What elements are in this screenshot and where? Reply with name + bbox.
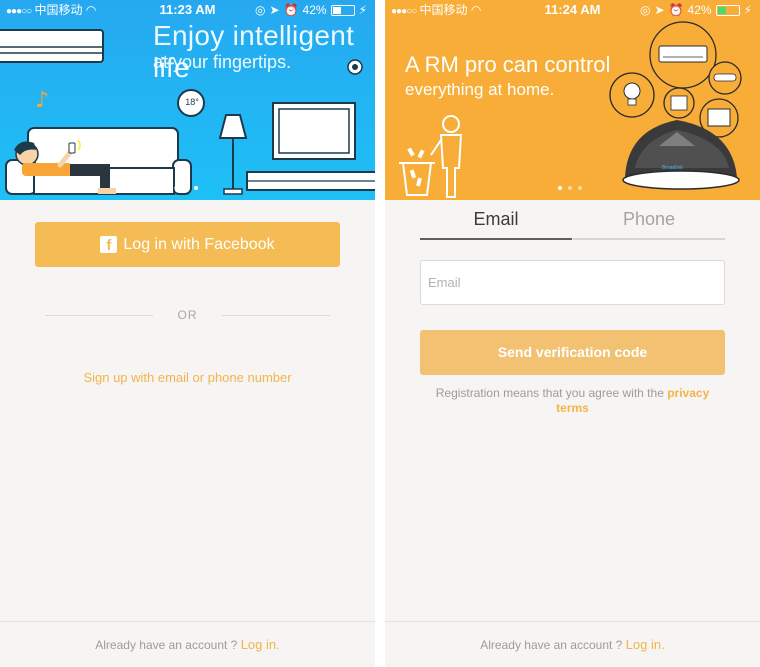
hero-subtagline: at your fingertips. <box>153 52 292 72</box>
signup-email-phone-link[interactable]: Sign up with email or phone number <box>0 370 375 385</box>
trash-can-icon <box>399 147 435 196</box>
page-indicator[interactable] <box>174 186 198 190</box>
hero-banner: ♪ ♪ <box>0 0 375 200</box>
person-icon <box>430 115 463 198</box>
charging-icon: ⚡ <box>358 3 367 17</box>
terms-text: Registration means that you agree with t… <box>435 386 664 400</box>
alarm-icon: ⏰ <box>668 3 684 17</box>
email-field[interactable] <box>420 260 725 305</box>
lamp-icon <box>218 114 248 195</box>
send-verification-button[interactable]: Send verification code <box>420 330 725 375</box>
divider-line <box>222 315 330 316</box>
device-brand: Broadlink <box>662 165 683 171</box>
battery-icon <box>715 4 740 16</box>
facebook-login-button[interactable]: f Log in with Facebook <box>35 222 340 267</box>
footer: Already have an account ? Log in. <box>0 621 375 667</box>
tab-email[interactable]: Email <box>420 200 572 240</box>
location-icon: ➤ <box>654 3 665 17</box>
location-icon: ➤ <box>269 3 280 17</box>
facebook-icon: f <box>100 236 118 253</box>
hero-subtagline: everything at home. <box>405 80 555 99</box>
login-link[interactable]: Log in. <box>241 637 280 652</box>
status-bar: ●●●○○ 中国移动 ◠ 11:24 AM ◎ ➤ ⏰ 42% ⚡ <box>385 0 760 20</box>
tv-icon <box>246 102 375 191</box>
page-dot <box>184 186 188 190</box>
footer-text: Already have an account ? <box>95 638 238 652</box>
page-indicator[interactable] <box>558 186 582 190</box>
page-dot <box>568 186 572 190</box>
page-dot-active <box>194 186 198 190</box>
login-link[interactable]: Log in. <box>626 637 665 652</box>
battery-percent: 42% <box>687 3 712 17</box>
alarm-icon: ⏰ <box>283 3 299 17</box>
footer: Already have an account ? Log in. <box>385 621 760 667</box>
tab-phone[interactable]: Phone <box>573 200 725 240</box>
facebook-login-label: Log in with Facebook <box>123 235 275 253</box>
air-conditioner-icon <box>0 29 104 63</box>
status-bar: ●●●○○ 中国移动 ◠ 11:23 AM ◎ ➤ ⏰ 42% ⚡ <box>0 0 375 20</box>
footer-text: Already have an account ? <box>480 638 623 652</box>
signup-screen: ♪ ♪ <box>0 0 375 667</box>
rotation-lock-icon: ◎ <box>640 3 651 17</box>
hero-banner: Broadlink A RM pro can control everythin… <box>385 0 760 200</box>
hero-tagline: A RM pro can control <box>405 52 611 77</box>
page-dot <box>174 186 178 190</box>
rotation-lock-icon: ◎ <box>255 3 266 17</box>
page-dot <box>578 186 582 190</box>
thermostat-reading: 18° <box>185 97 199 107</box>
signup-method-tabs: Email Phone <box>420 200 725 240</box>
battery-icon <box>330 4 355 16</box>
music-note-icon: ♪ <box>35 88 49 113</box>
hero-illustration <box>399 21 742 198</box>
or-divider: OR <box>45 306 330 326</box>
email-signup-screen: Broadlink A RM pro can control everythin… <box>385 0 760 667</box>
terms-notice: Registration means that you agree with t… <box>425 386 720 416</box>
charging-icon: ⚡ <box>743 3 752 17</box>
battery-percent: 42% <box>302 3 327 17</box>
page-dot-active <box>558 186 562 190</box>
